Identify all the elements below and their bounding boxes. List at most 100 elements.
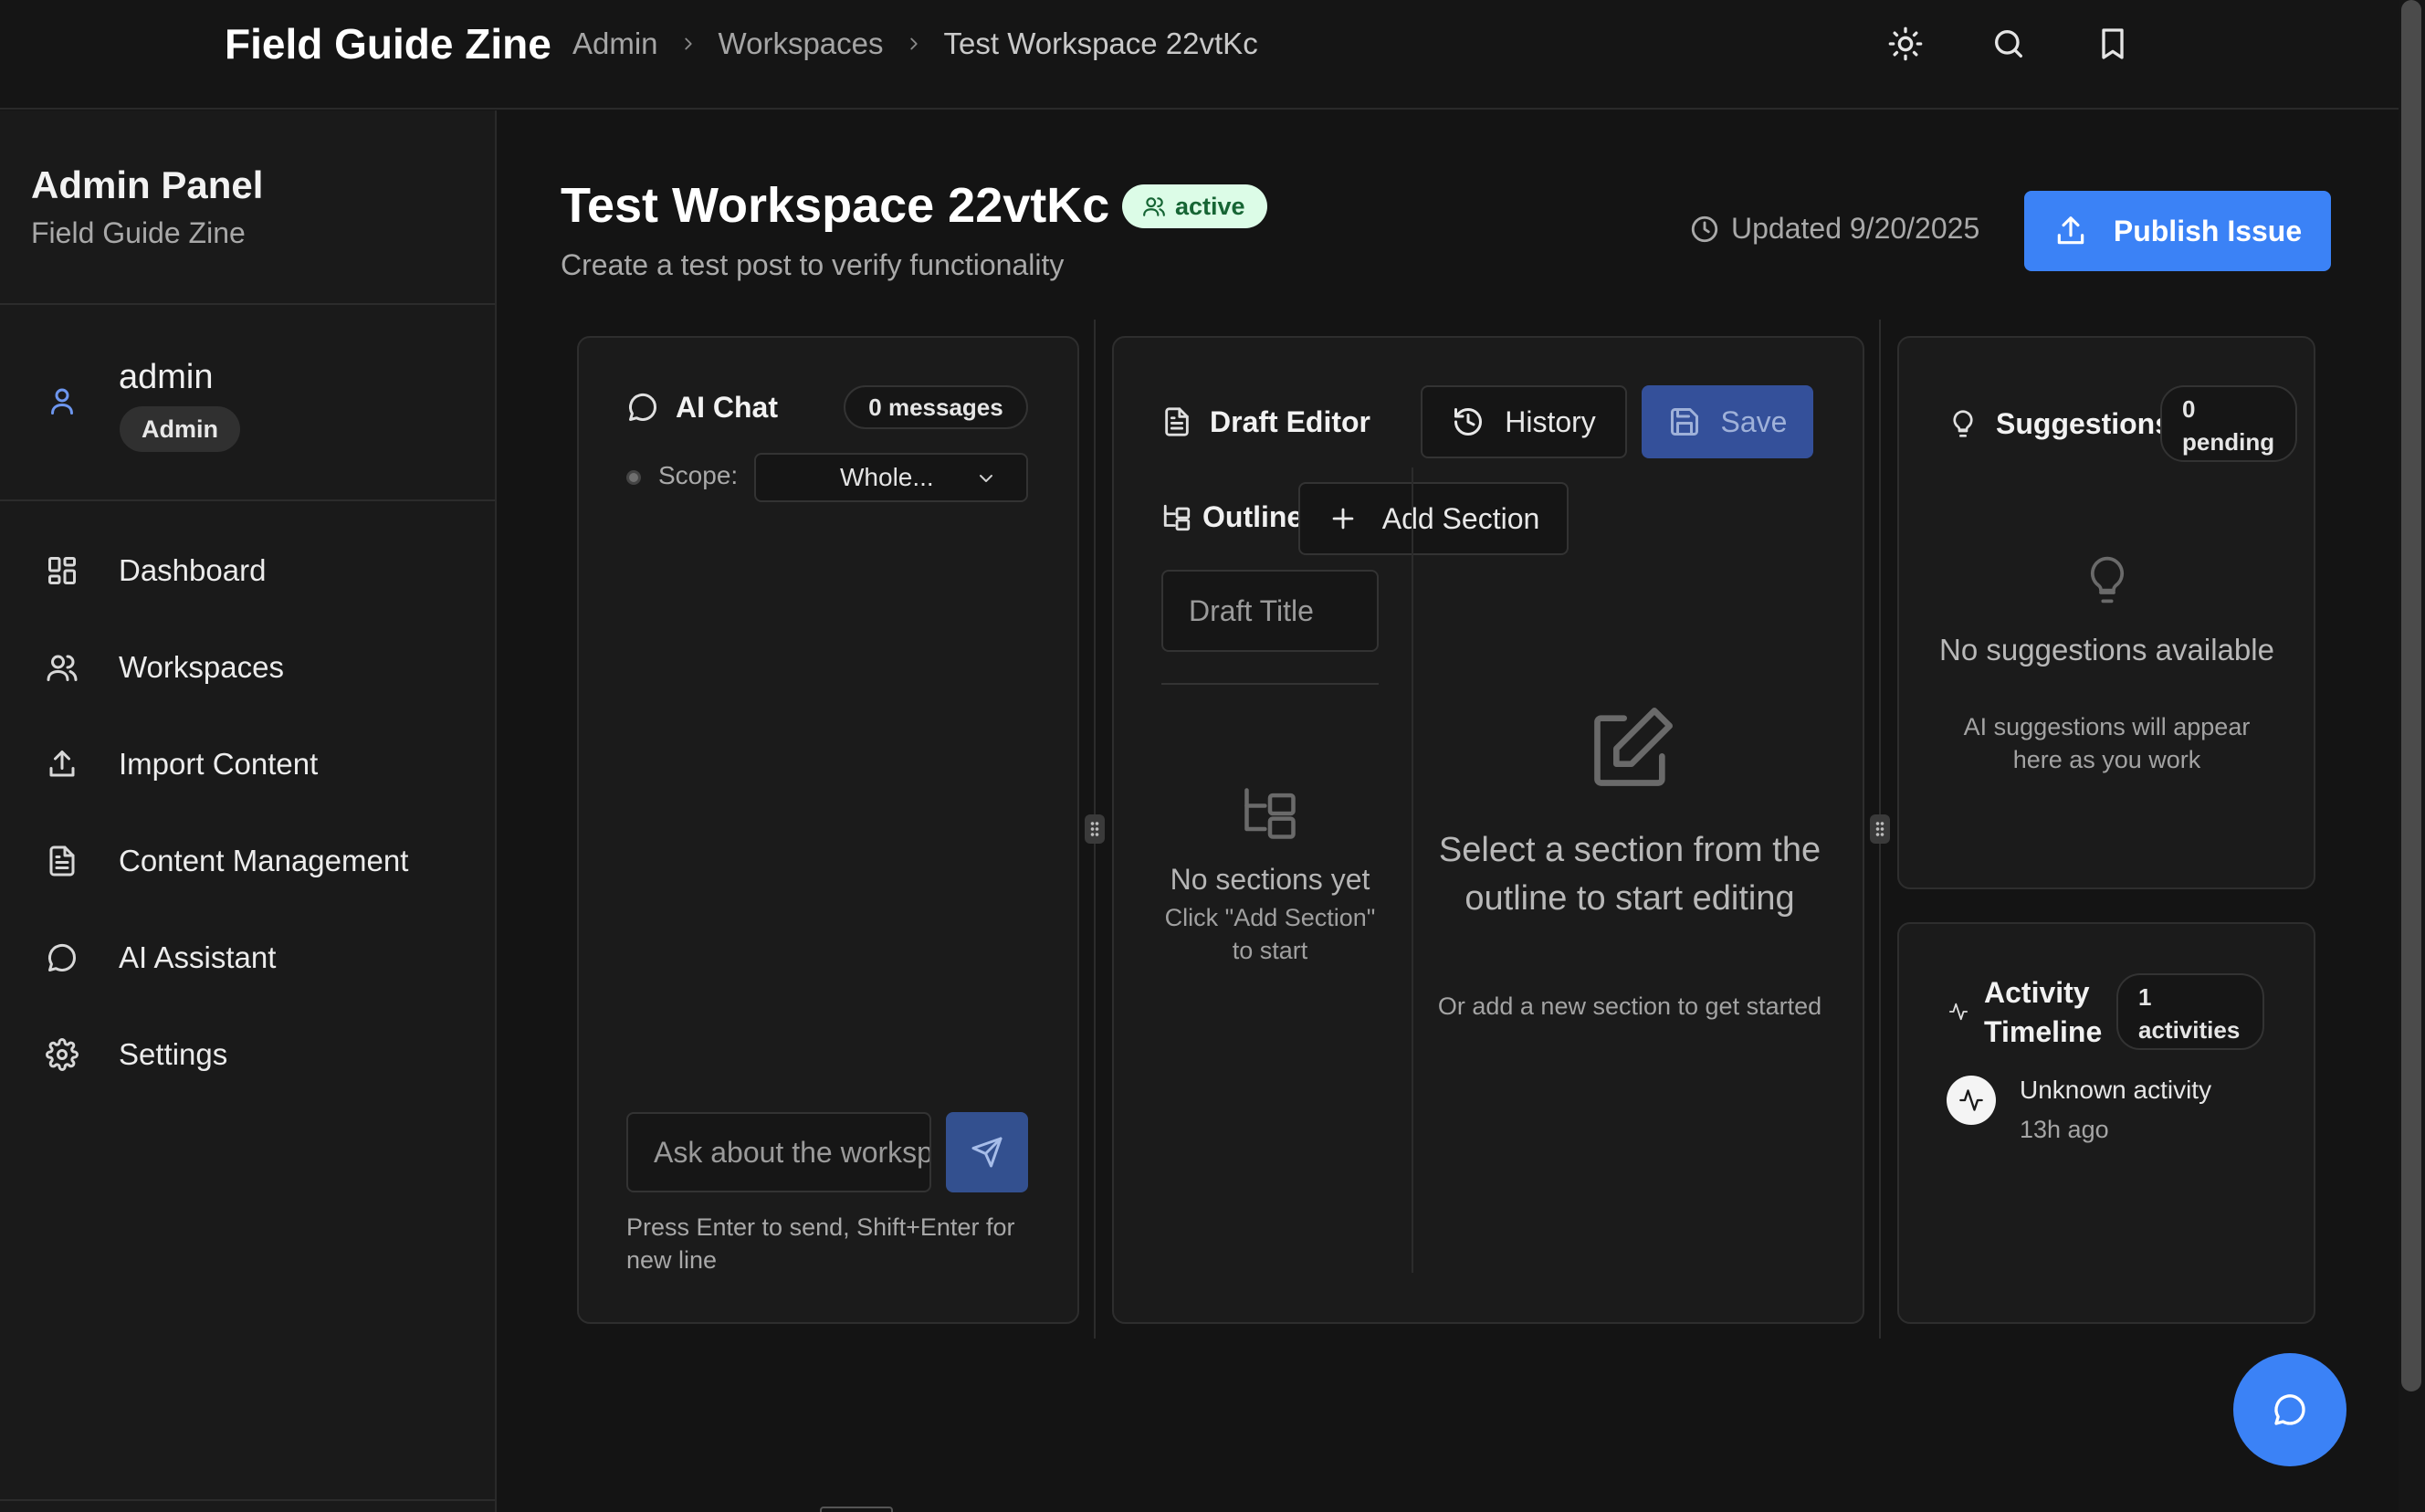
file-icon — [1165, 407, 1189, 436]
save-label: Save — [1720, 404, 1788, 438]
message-icon — [629, 393, 657, 421]
message-count-badge: 0 messages — [844, 385, 1028, 429]
activity-count-label: activities — [2138, 1016, 2241, 1044]
chat-title: AI Chat — [676, 391, 778, 424]
users-icon — [1143, 197, 1165, 216]
sidebar-item-dashboard[interactable]: Dashboard — [0, 522, 495, 619]
editor-title: Draft Editor — [1210, 405, 1370, 438]
bottom-tab-stub — [820, 1507, 893, 1512]
breadcrumb-current: Test Workspace 22vtKc — [943, 26, 1258, 60]
send-icon — [971, 1137, 1003, 1168]
breadcrumb-admin[interactable]: Admin — [572, 26, 658, 61]
save-button[interactable]: Save — [1642, 385, 1813, 458]
outline-label: Outline — [1202, 500, 1304, 533]
user-icon — [51, 388, 73, 415]
editor-empty-title: Select a section from the outline to sta… — [1438, 831, 1821, 918]
chat-hint: Press Enter to send, Shift+Enter for new… — [626, 1213, 1015, 1274]
chat-input[interactable]: Ask about the workspace... — [626, 1112, 931, 1192]
draft-title-input[interactable]: Draft Title — [1161, 570, 1379, 652]
publish-label: Publish Issue — [2113, 214, 2303, 247]
activity-avatar — [1947, 1076, 1996, 1125]
user-role-badge: Admin — [120, 406, 240, 452]
status-label: active — [1175, 192, 1245, 220]
page-subtitle: Create a test post to verify functionali… — [561, 248, 1065, 281]
pending-count-badge: 0 pending — [2160, 385, 2297, 462]
file-icon — [49, 845, 75, 877]
activity-item-time: 13h ago — [2020, 1116, 2109, 1143]
sidebar-item-import-content[interactable]: Import Content — [0, 716, 495, 813]
outline-tree-icon — [1163, 504, 1191, 531]
upload-icon — [2057, 216, 2084, 245]
sidebar-item-label: Import Content — [119, 747, 319, 781]
sidebar-item-workspaces[interactable]: Workspaces — [0, 619, 495, 716]
outline-divider — [1161, 683, 1379, 685]
suggestions-title: Suggestions — [1996, 407, 2172, 440]
scope-select[interactable]: Whole... — [754, 453, 1028, 502]
suggestions-empty-title: No suggestions available — [1939, 633, 2274, 667]
lightbulb-icon — [2090, 556, 2125, 604]
history-button[interactable]: History — [1421, 385, 1627, 458]
sidebar-title: Admin Panel — [31, 163, 264, 206]
publish-issue-button[interactable]: Publish Issue — [2024, 191, 2331, 271]
gear-icon — [46, 1038, 79, 1071]
pending-count: 0 — [2182, 395, 2196, 423]
top-bar: Field Guide Zine Admin Workspaces Test W… — [0, 0, 2399, 110]
updated-timestamp: Updated 9/20/2025 — [1689, 212, 1979, 246]
add-section-label: Add Section — [1381, 501, 1540, 535]
scope-label: Scope: — [658, 461, 739, 489]
sidebar-item-label: Content Management — [119, 844, 409, 877]
pending-label: pending — [2182, 428, 2275, 456]
message-icon — [2274, 1394, 2305, 1425]
suggestions-empty-hint: AI suggestions will appear here as you w… — [1963, 713, 2251, 773]
outline-empty-title: No sections yet — [1170, 863, 1370, 896]
sidebar-item-label: AI Assistant — [119, 940, 277, 974]
search-icon[interactable] — [1990, 26, 2027, 62]
chevron-right-icon — [909, 37, 918, 50]
scrollbar-thumb[interactable] — [2401, 0, 2421, 1391]
activity-title-line1: Activity — [1984, 976, 2090, 1009]
bookmark-icon[interactable] — [2094, 26, 2131, 62]
lightbulb-icon — [1953, 410, 1973, 437]
edit-icon — [1594, 708, 1673, 786]
outline-tree-icon — [1244, 788, 1296, 839]
users-icon — [47, 655, 78, 681]
plus-icon — [1332, 508, 1354, 530]
activity-title-line2: Timeline — [1984, 1015, 2103, 1048]
status-badge: active — [1122, 184, 1267, 228]
sidebar-item-settings[interactable]: Settings — [0, 1006, 495, 1103]
activity-count-badge: 1 activities — [2116, 973, 2264, 1050]
user-name: admin — [119, 358, 214, 396]
breadcrumb-workspaces[interactable]: Workspaces — [719, 26, 884, 61]
history-label: History — [1505, 404, 1596, 438]
upload-icon — [49, 751, 75, 777]
outline-divider-vertical — [1412, 467, 1413, 1273]
chevron-down-icon — [980, 475, 992, 482]
sidebar-subtitle: Field Guide Zine — [31, 216, 246, 249]
activity-icon — [1959, 1089, 1983, 1111]
sidebar-item-label: Workspaces — [119, 650, 284, 684]
activity-icon — [1948, 1003, 1968, 1021]
sun-icon[interactable] — [1887, 26, 1924, 62]
send-button[interactable] — [946, 1112, 1028, 1192]
editor-empty-hint: Or add a new section to get started — [1437, 992, 1822, 1020]
save-icon — [1670, 408, 1698, 436]
user-card: admin Admin — [0, 305, 495, 501]
history-icon — [1454, 408, 1483, 436]
sidebar-item-label: Settings — [119, 1037, 228, 1071]
sidebar-item-ai-assistant[interactable]: AI Assistant — [0, 909, 495, 1006]
activity-title: Activity Timeline — [1984, 973, 2102, 1052]
app-title[interactable]: Field Guide Zine — [225, 18, 551, 69]
sidebar: Admin Panel Field Guide Zine admin Admin… — [0, 110, 497, 1512]
sidebar-footer-divider — [0, 1499, 495, 1501]
activity-count: 1 — [2138, 983, 2152, 1011]
sidebar-header: Admin Panel Field Guide Zine — [0, 110, 495, 305]
add-section-button[interactable]: Add Section — [1298, 482, 1569, 555]
resize-handle[interactable] — [1870, 814, 1890, 844]
sidebar-item-label: Dashboard — [119, 553, 267, 587]
page-title: Test Workspace 22vtKc — [561, 178, 1110, 233]
sidebar-nav: Dashboard Workspaces Import Content Cont… — [0, 522, 495, 1103]
sidebar-item-content-management[interactable]: Content Management — [0, 813, 495, 909]
resize-handle[interactable] — [1085, 814, 1105, 844]
chat-fab-button[interactable] — [2233, 1353, 2346, 1466]
breadcrumb: Admin Workspaces Test Workspace 22vtKc — [572, 25, 1258, 63]
